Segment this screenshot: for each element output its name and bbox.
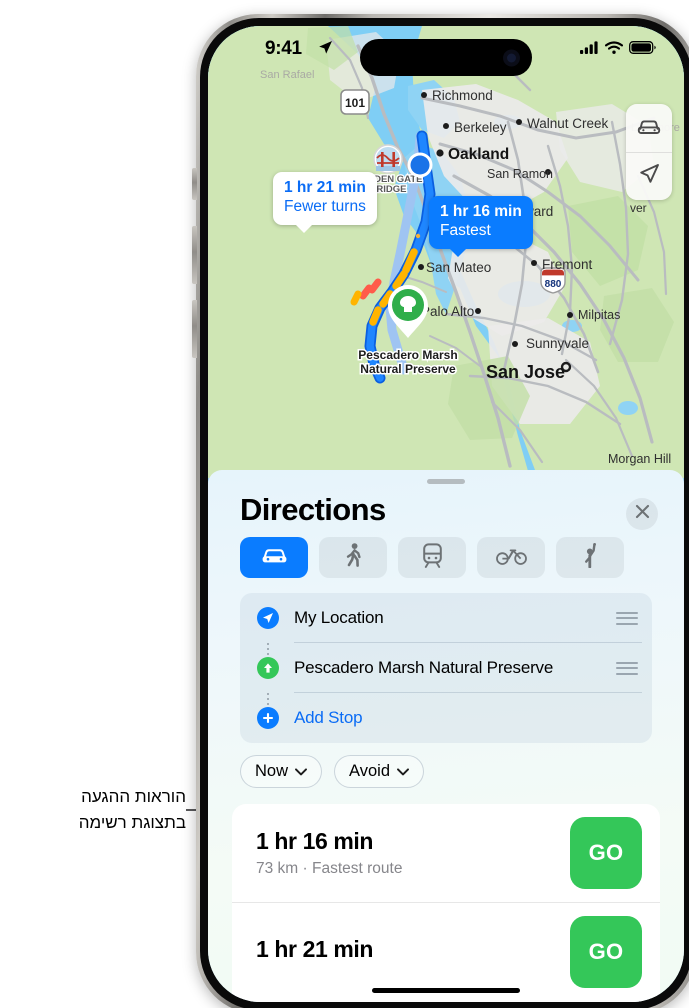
- origin-arrow-icon: [257, 607, 279, 629]
- transport-mode-control[interactable]: [626, 104, 672, 152]
- directions-sheet: Directions My Location Pescadero Marsh N…: [208, 470, 684, 1002]
- volume-up-button[interactable]: [192, 226, 197, 284]
- chip-avoid-label: Avoid: [349, 762, 390, 780]
- svg-text:Pescadero Marsh: Pescadero Marsh: [358, 348, 457, 362]
- route-info: 1 hr 21 min: [256, 936, 373, 968]
- route-duration: 1 hr 21 min: [256, 935, 374, 962]
- drag-handle[interactable]: [427, 479, 465, 484]
- callout-duration: 1 hr 21 min: [284, 179, 366, 196]
- tab-walk[interactable]: [319, 537, 387, 578]
- callout-label: Fastest: [440, 222, 491, 240]
- svg-text:San Ramon: San Ramon: [487, 167, 553, 181]
- chip-avoid[interactable]: Avoid: [334, 755, 424, 788]
- car-icon: [261, 546, 288, 570]
- annotation-callout: הוראות ההגעה בתצוגת רשימה: [6, 784, 186, 836]
- go-button[interactable]: GO: [570, 817, 642, 889]
- svg-text:ver: ver: [630, 201, 647, 215]
- volume-down-button[interactable]: [192, 300, 197, 358]
- field-origin[interactable]: My Location: [240, 593, 652, 643]
- route-info: 1 hr 16 min 73 km · Fastest route: [256, 828, 402, 878]
- go-button[interactable]: GO: [570, 915, 642, 988]
- page-title: Directions: [240, 492, 386, 527]
- rideshare-icon: [583, 542, 598, 573]
- filter-chips: Now Avoid: [240, 755, 424, 788]
- close-icon: [635, 504, 650, 524]
- reorder-handle-origin[interactable]: [616, 611, 638, 625]
- map-controls: [626, 104, 672, 200]
- recenter-control[interactable]: [626, 152, 672, 200]
- svg-text:880: 880: [545, 279, 562, 290]
- route-results: 1 hr 16 min 73 km · Fastest route GO 1 h…: [232, 804, 660, 1002]
- screenshot-root: הוראות ההגעה בתצוגת רשימה 101 880 San Ra…: [0, 0, 689, 1008]
- phone-screen: 101 880 San Rafael Richmond Berkeley Wal…: [208, 26, 684, 1002]
- plus-icon: [257, 707, 279, 729]
- svg-text:San Rafael: San Rafael: [260, 69, 314, 81]
- callout-label: Fewer turns: [284, 198, 366, 216]
- tab-transit[interactable]: [398, 537, 466, 578]
- transport-mode-tabs: [240, 537, 624, 578]
- train-icon: [422, 542, 443, 573]
- car-icon: [637, 117, 661, 140]
- route-callout-alternate[interactable]: 1 hr 21 min Fewer turns: [273, 172, 377, 233]
- field-destination[interactable]: Pescadero Marsh Natural Preserve: [240, 643, 652, 693]
- reorder-handle-destination[interactable]: [616, 661, 638, 675]
- add-stop-label: Add Stop: [294, 708, 363, 727]
- route-detail: 73 km · Fastest route: [256, 860, 403, 877]
- chip-time-label: Now: [255, 762, 289, 780]
- svg-text:Richmond: Richmond: [432, 88, 493, 103]
- current-location-dot: [407, 152, 433, 178]
- close-button[interactable]: [626, 498, 658, 530]
- destination-pin-icon: [257, 657, 279, 679]
- svg-text:Morgan Hill: Morgan Hill: [608, 452, 671, 466]
- home-indicator[interactable]: [372, 988, 520, 993]
- route-shield-101: 101: [340, 89, 370, 115]
- svg-text:Oakland: Oakland: [448, 146, 509, 163]
- silent-switch[interactable]: [192, 168, 197, 200]
- annotation-line-1: הוראות ההגעה: [81, 787, 186, 806]
- route-duration: 1 hr 16 min: [256, 828, 374, 854]
- map-canvas[interactable]: 101 880 San Rafael Richmond Berkeley Wal…: [208, 26, 684, 478]
- tab-rideshare[interactable]: [556, 537, 624, 578]
- svg-text:Milpitas: Milpitas: [578, 308, 620, 322]
- tab-cycle[interactable]: [477, 537, 545, 578]
- route-callout-primary[interactable]: 1 hr 16 min Fastest: [429, 196, 533, 257]
- field-add-stop[interactable]: Add Stop: [240, 693, 652, 743]
- svg-text:101: 101: [345, 96, 365, 110]
- navigation-arrow-icon: [638, 163, 660, 190]
- svg-text:Fremont: Fremont: [542, 257, 593, 272]
- annotation-line-2: בתצוגת רשימה: [78, 813, 186, 832]
- chip-time[interactable]: Now: [240, 755, 323, 788]
- route-fields: My Location Pescadero Marsh Natural Pres…: [240, 593, 652, 743]
- svg-text:Walnut Creek: Walnut Creek: [527, 116, 609, 131]
- route-result-row[interactable]: 1 hr 21 min GO: [232, 902, 660, 1000]
- route-result-row[interactable]: 1 hr 16 min 73 km · Fastest route GO: [232, 804, 660, 902]
- callout-duration: 1 hr 16 min: [440, 203, 522, 220]
- chevron-down-icon: [295, 762, 307, 781]
- walking-icon: [345, 542, 362, 573]
- svg-text:Natural Preserve: Natural Preserve: [360, 362, 456, 376]
- tab-drive[interactable]: [240, 537, 308, 578]
- svg-text:Palo Alto: Palo Alto: [421, 304, 474, 319]
- svg-text:San Jose: San Jose: [486, 362, 565, 382]
- chevron-down-icon: [397, 762, 409, 781]
- bicycle-icon: [495, 545, 527, 570]
- origin-value: My Location: [294, 608, 384, 627]
- svg-text:San Mateo: San Mateo: [426, 260, 491, 275]
- destination-value: Pescadero Marsh Natural Preserve: [294, 658, 554, 677]
- svg-text:Sunnyvale: Sunnyvale: [526, 336, 589, 351]
- svg-text:Berkeley: Berkeley: [454, 120, 507, 135]
